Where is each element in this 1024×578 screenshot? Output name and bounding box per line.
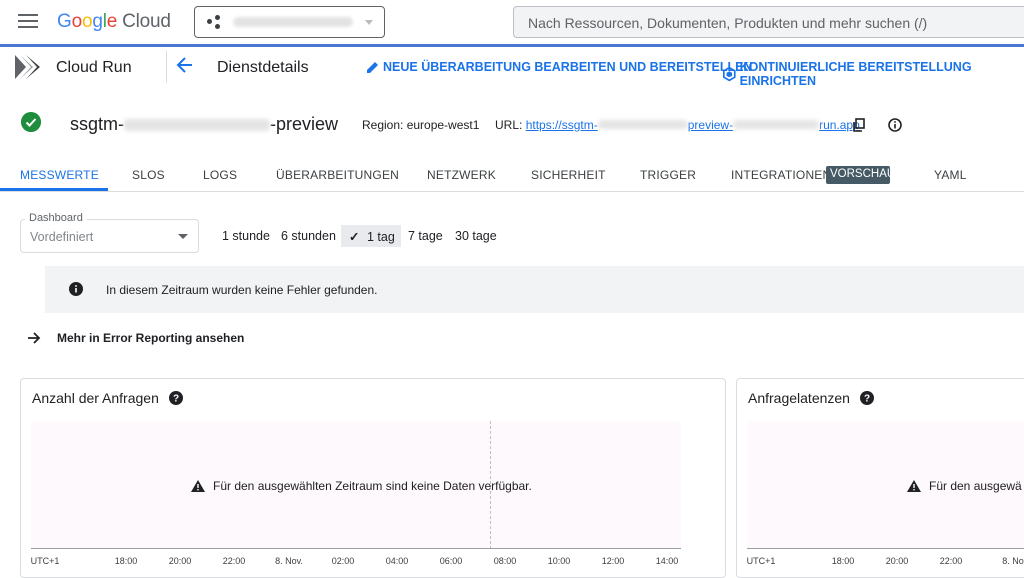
range-7d[interactable]: 7 tage — [408, 229, 443, 243]
chart-title: Anzahl der Anfragen ? — [32, 390, 183, 406]
tab-trigger[interactable]: TRIGGER — [640, 168, 696, 182]
no-data-message: Für den ausgewä — [907, 479, 1022, 493]
x-tick-label: 18:00 — [114, 556, 138, 566]
x-tick-label: UTC+1 — [30, 556, 60, 566]
copy-icon[interactable] — [852, 118, 866, 132]
warning-icon — [907, 480, 921, 492]
redacted-text — [733, 120, 820, 129]
redacted-text — [124, 118, 270, 131]
service-url[interactable]: URL: https://ssgtm-preview-run.app — [495, 118, 860, 132]
service-info-row: ssgtm- -preview Region: europe-west1 URL… — [0, 104, 1024, 144]
range-1h[interactable]: 1 stunde — [222, 229, 270, 243]
project-icon — [207, 15, 221, 29]
x-tick-label: 8. Nov. — [275, 556, 303, 566]
status-ok-icon — [21, 112, 41, 132]
x-tick-label: 04:00 — [385, 556, 409, 566]
help-icon[interactable]: ? — [859, 391, 874, 405]
cloud-run-icon — [15, 55, 40, 79]
x-axis — [747, 548, 1024, 549]
active-tab-indicator — [0, 188, 108, 191]
x-tick-label: 22:00 — [222, 556, 246, 566]
tab-sicherheit[interactable]: SICHERHEIT — [531, 168, 606, 182]
no-data-message: Für den ausgewählten Zeitraum sind keine… — [191, 479, 532, 493]
notice-text: In diesem Zeitraum wurden keine Fehler g… — [106, 283, 378, 297]
top-bar: Google Cloud Nach Ressourcen, Dokumenten,… — [0, 0, 1024, 44]
service-bar: Cloud Run Dienstdetails NEUE ÜBERARBEITU… — [0, 47, 1024, 88]
x-axis — [31, 548, 681, 549]
page-title: Dienstdetails — [217, 59, 309, 76]
arrow-right-icon — [28, 332, 41, 344]
back-arrow-icon[interactable] — [176, 55, 194, 75]
project-name-redacted — [233, 17, 353, 27]
x-tick-label: 12:00 — [601, 556, 625, 566]
search-input[interactable]: Nach Ressourcen, Dokumenten, Produkten u… — [513, 6, 1024, 38]
requests-chart-card: Anzahl der Anfragen ? Für den ausgewählt… — [20, 378, 726, 578]
x-tick-label: 06:00 — [439, 556, 463, 566]
chevron-down-icon — [178, 234, 188, 239]
tab-yaml[interactable]: YAML — [934, 168, 967, 182]
x-tick-label: 20:00 — [168, 556, 192, 566]
tab-integrationen[interactable]: INTEGRATIONEN — [731, 168, 831, 182]
tab-slos[interactable]: SLOS — [132, 168, 165, 182]
chevron-down-icon — [365, 19, 373, 25]
x-tick-label: 10:00 — [547, 556, 571, 566]
main-menu-icon[interactable] — [18, 14, 38, 30]
redacted-text — [597, 120, 688, 129]
pencil-icon — [367, 62, 378, 73]
dashboard-select-value: Vordefiniert — [30, 230, 94, 244]
warning-icon — [191, 480, 205, 492]
error-notice: In diesem Zeitraum wurden keine Fehler g… — [45, 266, 1024, 313]
x-tick-label: UTC+1 — [746, 556, 776, 566]
range-30d[interactable]: 30 tage — [455, 229, 497, 243]
error-reporting-link[interactable]: Mehr in Error Reporting ansehen — [27, 331, 244, 345]
service-name: ssgtm- -preview — [70, 114, 339, 134]
x-tick-label: 02:00 — [331, 556, 355, 566]
x-tick-label: 20:00 — [885, 556, 909, 566]
x-tick-label: 08:00 — [493, 556, 517, 566]
x-tick-label: 22:00 — [939, 556, 963, 566]
service-url-link[interactable]: https://ssgtm-preview-run.app — [526, 118, 860, 132]
preview-badge: VORSCHAU — [826, 166, 895, 184]
tab-ueberarbeitungen[interactable]: ÜBERARBEITUNGEN — [276, 168, 399, 182]
help-icon[interactable]: ? — [168, 391, 183, 405]
check-icon: ✓ — [349, 230, 360, 244]
svg-text:?: ? — [864, 394, 870, 405]
dashboard-select[interactable]: Vordefiniert — [20, 219, 199, 253]
x-tick-label: 14:00 — [655, 556, 679, 566]
separator — [166, 51, 167, 83]
tab-netzwerk[interactable]: NETZWERK — [427, 168, 496, 182]
svg-text:?: ? — [173, 394, 179, 405]
continuous-deployment-button[interactable]: KONTINUIERLICHE BEREITSTELLUNG EINRICHTE… — [722, 60, 1024, 88]
info-icon — [69, 282, 83, 296]
x-tick-label: 18:00 — [831, 556, 855, 566]
tab-logs[interactable]: LOGS — [203, 168, 237, 182]
dashboard-select-label: Dashboard — [25, 212, 87, 224]
cloud-build-icon — [723, 66, 736, 82]
range-1d[interactable]: ✓ 1 tag — [341, 225, 401, 247]
info-icon[interactable] — [888, 118, 902, 132]
tab-messwerte[interactable]: MESSWERTE — [20, 168, 99, 182]
range-6h[interactable]: 6 stunden — [281, 229, 336, 243]
chart-title: Anfragelatenzen ? — [748, 390, 874, 406]
edit-deploy-button[interactable]: NEUE ÜBERARBEITUNG BEARBEITEN UND BEREIT… — [366, 60, 752, 74]
service-region: Region: europe-west1 — [362, 118, 480, 132]
latency-chart-card: Anfragelatenzen ? Für den ausgewä UTC+1 … — [736, 378, 1024, 578]
x-tick-label: 8. No — [1002, 556, 1024, 566]
product-title: Cloud Run — [56, 59, 132, 76]
google-cloud-logo[interactable]: Google Cloud — [57, 11, 171, 33]
project-picker[interactable] — [194, 6, 385, 38]
